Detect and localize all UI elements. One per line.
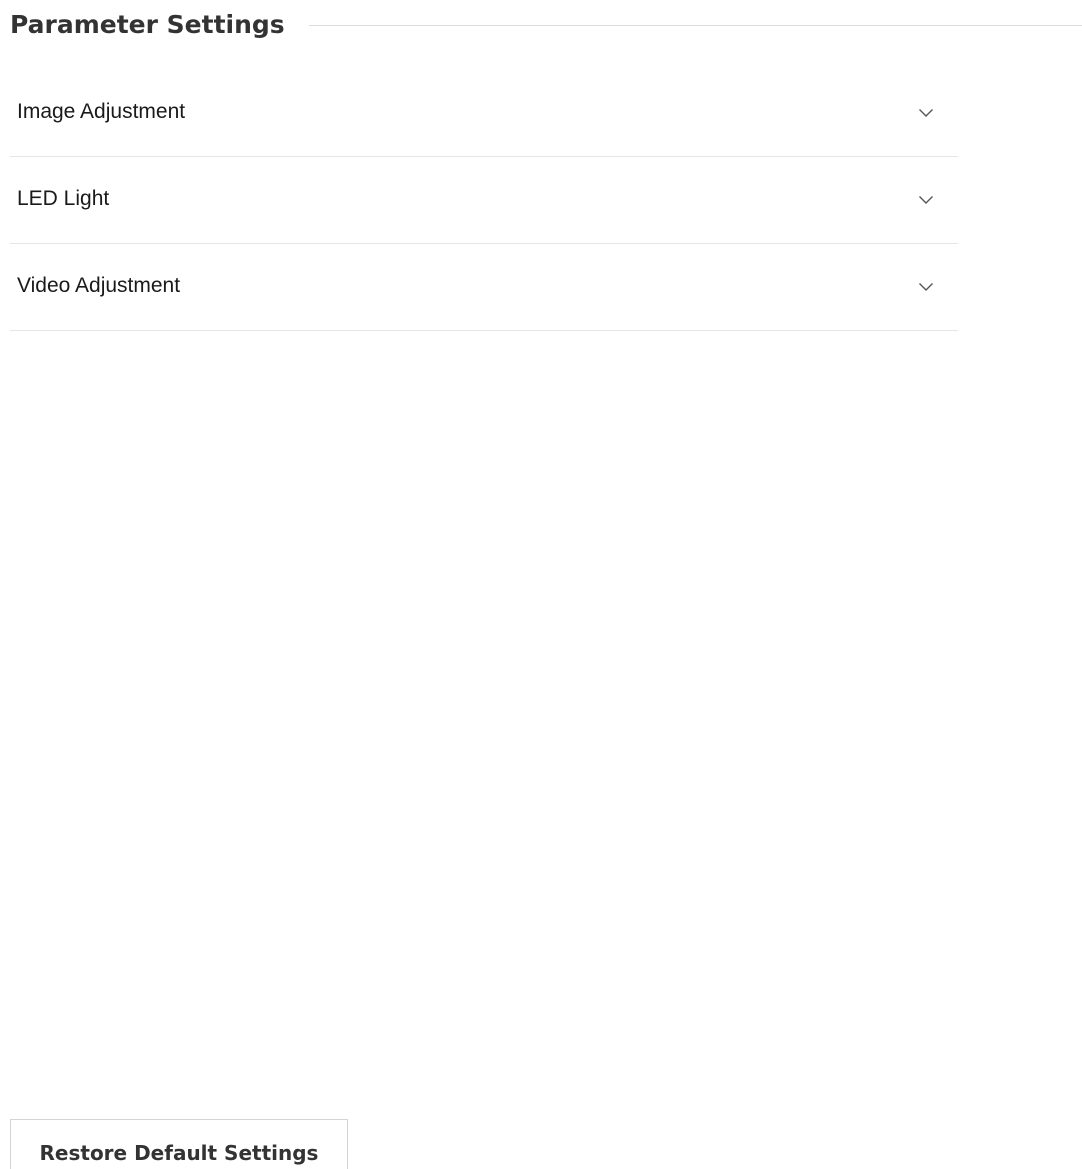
settings-accordion: Image Adjustment LED Light Video Adjustm… [10,70,958,331]
accordion-label: Video Adjustment [17,274,181,297]
chevron-down-icon[interactable] [918,192,934,208]
restore-default-settings-button[interactable]: Restore Default Settings [10,1119,348,1169]
section-header: Parameter Settings [10,2,1082,46]
accordion-item-video-adjustment[interactable]: Video Adjustment [10,244,958,331]
accordion-item-led-light[interactable]: LED Light [10,157,958,244]
accordion-label: Image Adjustment [17,100,186,123]
accordion-item-image-adjustment[interactable]: Image Adjustment [10,70,958,157]
chevron-down-icon[interactable] [918,105,934,121]
page-title: Parameter Settings [10,9,285,39]
chevron-down-icon[interactable] [918,279,934,295]
title-divider [308,24,1082,26]
accordion-label: LED Light [17,187,110,210]
